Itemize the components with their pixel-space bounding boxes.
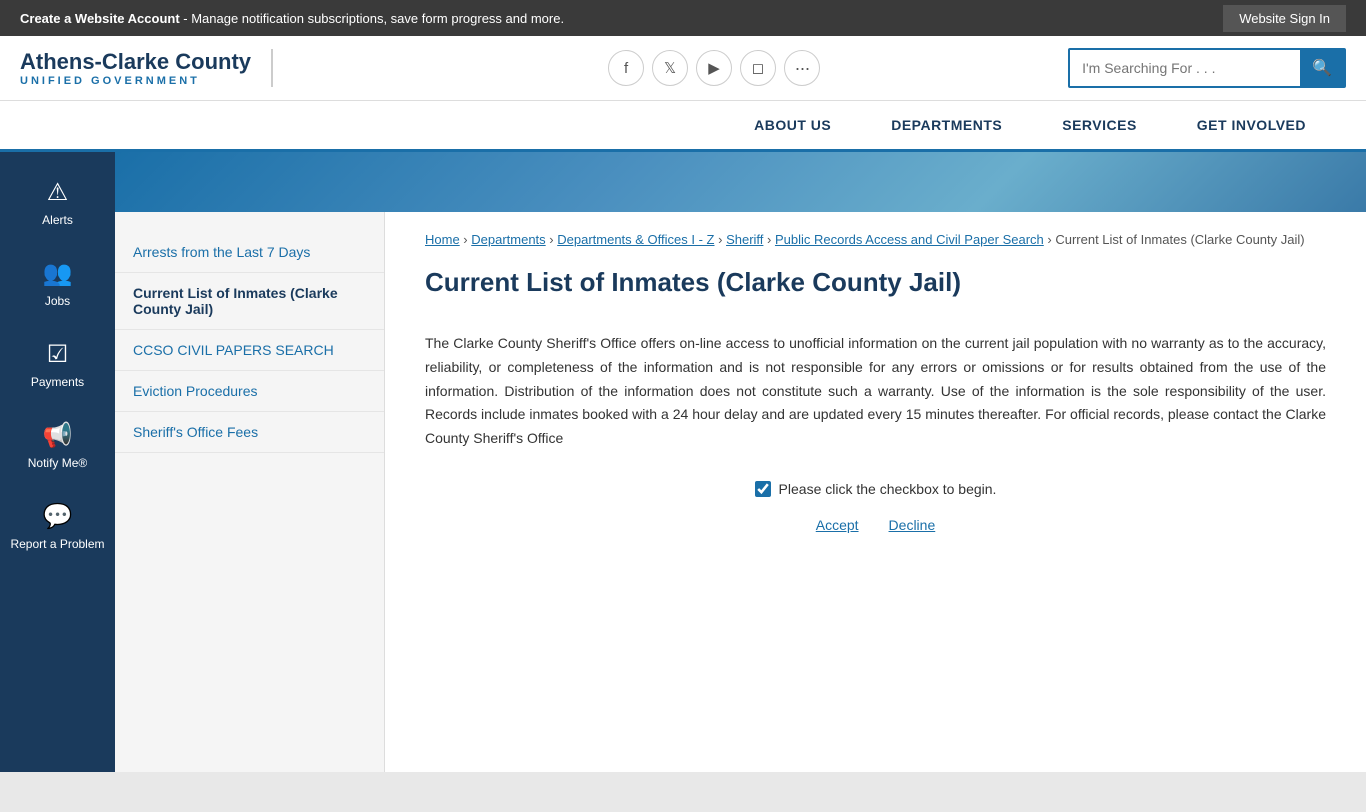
banner-dash: - [180, 11, 192, 26]
breadcrumb-public-records[interactable]: Public Records Access and Civil Paper Se… [775, 232, 1044, 247]
side-nav-current-inmates[interactable]: Current List of Inmates (Clarke County J… [115, 273, 384, 330]
main-nav: ABOUT US DEPARTMENTS SERVICES GET INVOLV… [0, 101, 1366, 152]
sidebar-notify-label: Notify Me® [28, 456, 88, 470]
accept-link[interactable]: Accept [816, 517, 859, 533]
action-links: Accept Decline [425, 517, 1326, 533]
side-nav-fees[interactable]: Sheriff's Office Fees [115, 412, 384, 453]
hero-banner [115, 152, 1366, 212]
logo-area: Athens-Clarke County UNIFIED GOVERNMENT [20, 49, 360, 87]
header: Athens-Clarke County UNIFIED GOVERNMENT … [0, 36, 1366, 101]
banner-subtext: Manage notification subscriptions, save … [191, 11, 564, 26]
sidebar-item-alerts[interactable]: ⚠ Alerts [0, 162, 115, 243]
begin-checkbox[interactable] [755, 481, 771, 497]
sidebar-item-payments[interactable]: ☑ Payments [0, 324, 115, 405]
logo: Athens-Clarke County UNIFIED GOVERNMENT [20, 49, 273, 87]
search-input[interactable] [1070, 52, 1300, 84]
page-layout: ⚠ Alerts 👥 Jobs ☑ Payments 📢 Notify Me® … [0, 152, 1366, 772]
breadcrumb-current: Current List of Inmates (Clarke County J… [1055, 232, 1304, 247]
org-sub: UNIFIED GOVERNMENT [20, 75, 251, 87]
facebook-icon[interactable]: f [608, 50, 644, 86]
more-social-icon[interactable]: ··· [784, 50, 820, 86]
page-description: The Clarke County Sheriff's Office offer… [425, 332, 1326, 451]
page-title: Current List of Inmates (Clarke County J… [425, 267, 1326, 308]
sidebar-report-label: Report a Problem [10, 537, 104, 551]
checkbox-area: Please click the checkbox to begin. [425, 481, 1326, 497]
banner-text: Create a Website Account - Manage notifi… [20, 11, 1223, 26]
page-footer [0, 772, 1366, 812]
banner-create-account: Create a Website Account [20, 11, 180, 26]
breadcrumb: Home › Departments › Departments & Offic… [425, 232, 1326, 247]
instagram-icon[interactable]: ◻ [740, 50, 776, 86]
breadcrumb-offices[interactable]: Departments & Offices I - Z [557, 232, 714, 247]
search-button[interactable]: 🔍 [1300, 50, 1344, 86]
nav-get-involved[interactable]: GET INVOLVED [1167, 101, 1336, 149]
content-body: Arrests from the Last 7 Days Current Lis… [115, 212, 1366, 772]
youtube-icon[interactable]: ▶ [696, 50, 732, 86]
report-icon: 💬 [43, 502, 73, 531]
social-icons: f 𝕏 ▶ ◻ ··· [380, 50, 1048, 86]
decline-link[interactable]: Decline [889, 517, 936, 533]
jobs-icon: 👥 [43, 259, 73, 288]
sidebar-item-report[interactable]: 💬 Report a Problem [0, 486, 115, 567]
notify-icon: 📢 [43, 421, 73, 450]
sidebar-jobs-label: Jobs [45, 294, 70, 308]
side-nav-civil-papers[interactable]: CCSO CIVIL PAPERS SEARCH [115, 330, 384, 371]
search-area: 🔍 [1068, 48, 1346, 88]
breadcrumb-home[interactable]: Home [425, 232, 460, 247]
side-nav-eviction[interactable]: Eviction Procedures [115, 371, 384, 412]
nav-services[interactable]: SERVICES [1032, 101, 1167, 149]
checkbox-label: Please click the checkbox to begin. [779, 481, 997, 497]
alerts-icon: ⚠ [47, 178, 69, 207]
breadcrumb-sheriff[interactable]: Sheriff [726, 232, 763, 247]
org-name: Athens-Clarke County [20, 49, 251, 75]
nav-about-us[interactable]: ABOUT US [724, 101, 861, 149]
top-banner: Create a Website Account - Manage notifi… [0, 0, 1366, 36]
side-nav-arrests[interactable]: Arrests from the Last 7 Days [115, 232, 384, 273]
left-sidebar: ⚠ Alerts 👥 Jobs ☑ Payments 📢 Notify Me® … [0, 152, 115, 772]
sign-in-button[interactable]: Website Sign In [1223, 5, 1346, 32]
content-wrapper: Arrests from the Last 7 Days Current Lis… [115, 152, 1366, 772]
breadcrumb-departments[interactable]: Departments [471, 232, 545, 247]
sidebar-payments-label: Payments [31, 375, 84, 389]
sidebar-item-notify[interactable]: 📢 Notify Me® [0, 405, 115, 486]
side-nav: Arrests from the Last 7 Days Current Lis… [115, 212, 385, 772]
twitter-icon[interactable]: 𝕏 [652, 50, 688, 86]
main-content: Home › Departments › Departments & Offic… [385, 212, 1366, 772]
sidebar-item-jobs[interactable]: 👥 Jobs [0, 243, 115, 324]
nav-departments[interactable]: DEPARTMENTS [861, 101, 1032, 149]
payments-icon: ☑ [47, 340, 69, 369]
sidebar-alerts-label: Alerts [42, 213, 73, 227]
